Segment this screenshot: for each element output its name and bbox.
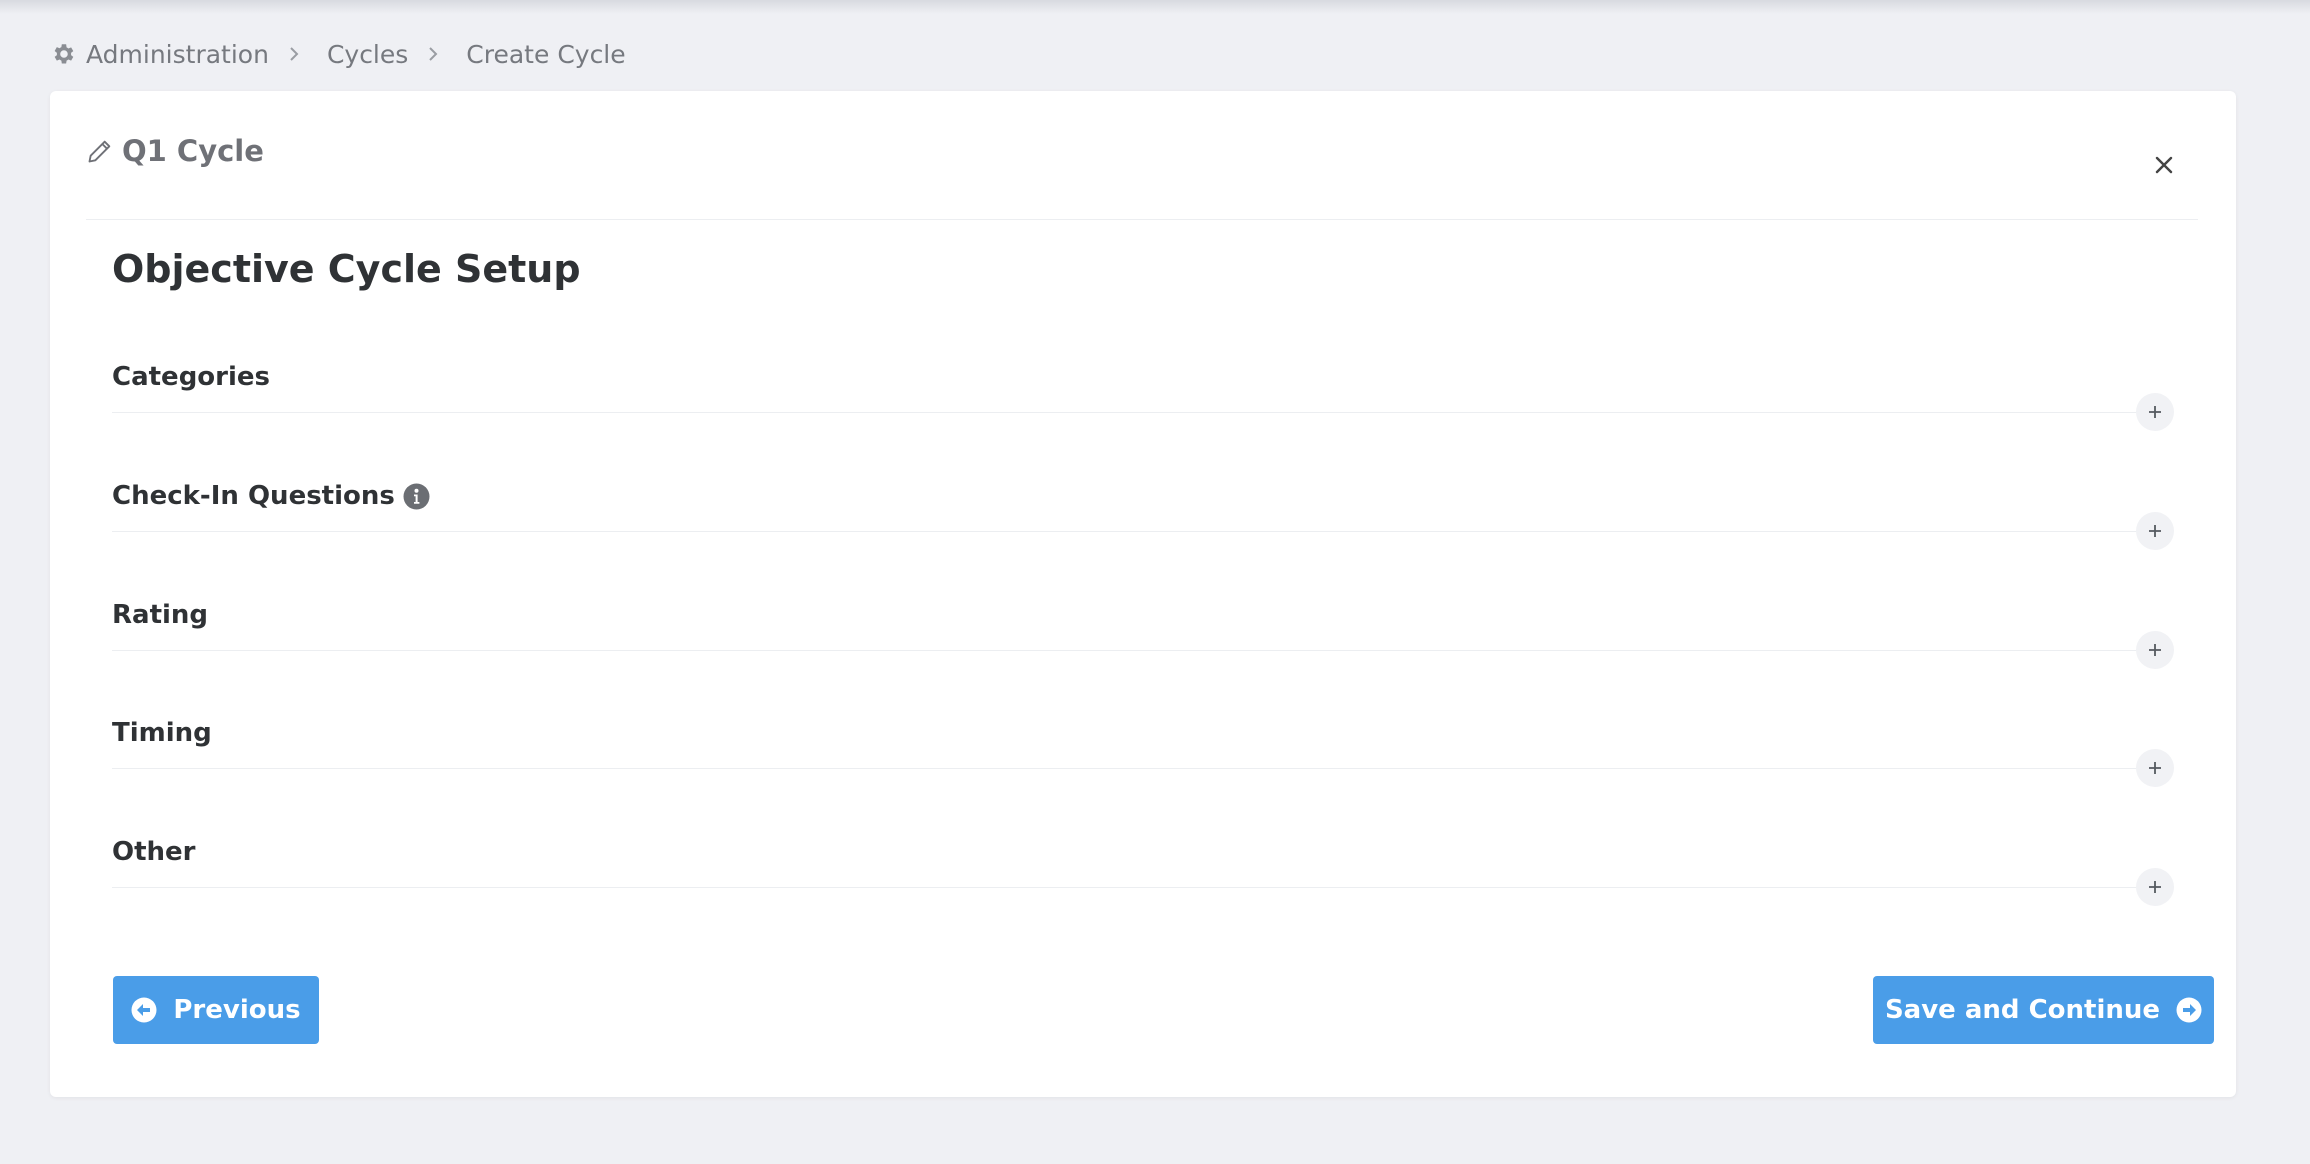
previous-button[interactable]: Previous bbox=[113, 976, 319, 1044]
section-title: Objective Cycle Setup bbox=[112, 247, 581, 291]
close-icon bbox=[2155, 156, 2173, 174]
plus-icon bbox=[2147, 760, 2163, 776]
breadcrumb-create-cycle: Create Cycle bbox=[466, 39, 626, 69]
accordion-item-timing[interactable]: Timing bbox=[112, 713, 2226, 787]
accordion-item-rating[interactable]: Rating bbox=[112, 595, 2226, 669]
plus-icon bbox=[2147, 879, 2163, 895]
arrow-right-circle-icon bbox=[2176, 997, 2202, 1023]
divider bbox=[112, 887, 2172, 888]
info-icon[interactable] bbox=[403, 483, 430, 510]
plus-icon bbox=[2147, 642, 2163, 658]
plus-icon bbox=[2147, 404, 2163, 420]
divider bbox=[112, 531, 2172, 532]
accordion-item-check-in-questions[interactable]: Check-In Questions bbox=[112, 476, 2226, 550]
cycle-name: Q1 Cycle bbox=[122, 134, 264, 168]
plus-icon bbox=[2147, 523, 2163, 539]
chevron-right-icon bbox=[285, 45, 303, 63]
pencil-icon[interactable] bbox=[86, 137, 114, 165]
expand-button[interactable] bbox=[2136, 631, 2174, 669]
gear-icon bbox=[50, 41, 76, 67]
expand-button[interactable] bbox=[2136, 512, 2174, 550]
divider bbox=[112, 650, 2172, 651]
expand-button[interactable] bbox=[2136, 393, 2174, 431]
divider bbox=[112, 768, 2172, 769]
accordion-label: Check-In Questions bbox=[112, 481, 395, 511]
accordion-item-categories[interactable]: Categories bbox=[112, 357, 2226, 431]
expand-button[interactable] bbox=[2136, 868, 2174, 906]
accordion-label: Rating bbox=[112, 600, 209, 630]
accordion-label: Timing bbox=[112, 718, 212, 748]
cycle-card: Q1 Cycle Objective Cycle Setup Categorie… bbox=[50, 91, 2236, 1097]
arrow-left-circle-icon bbox=[131, 997, 157, 1023]
save-and-continue-button[interactable]: Save and Continue bbox=[1873, 976, 2214, 1044]
divider bbox=[112, 412, 2172, 413]
breadcrumb: Administration Cycles Create Cycle bbox=[50, 36, 626, 72]
top-shadow bbox=[0, 0, 2310, 14]
chevron-right-icon bbox=[424, 45, 442, 63]
accordion-label: Other bbox=[112, 837, 196, 867]
save-and-continue-label: Save and Continue bbox=[1884, 995, 2161, 1025]
breadcrumb-cycles[interactable]: Cycles bbox=[327, 40, 408, 69]
expand-button[interactable] bbox=[2136, 749, 2174, 787]
breadcrumb-administration[interactable]: Administration bbox=[86, 40, 269, 69]
previous-label: Previous bbox=[173, 995, 301, 1025]
accordion-item-other[interactable]: Other bbox=[112, 832, 2226, 906]
close-button[interactable] bbox=[2146, 147, 2182, 183]
accordion-label: Categories bbox=[112, 362, 271, 392]
cycle-name-header[interactable]: Q1 Cycle bbox=[86, 131, 264, 171]
divider bbox=[86, 219, 2198, 220]
